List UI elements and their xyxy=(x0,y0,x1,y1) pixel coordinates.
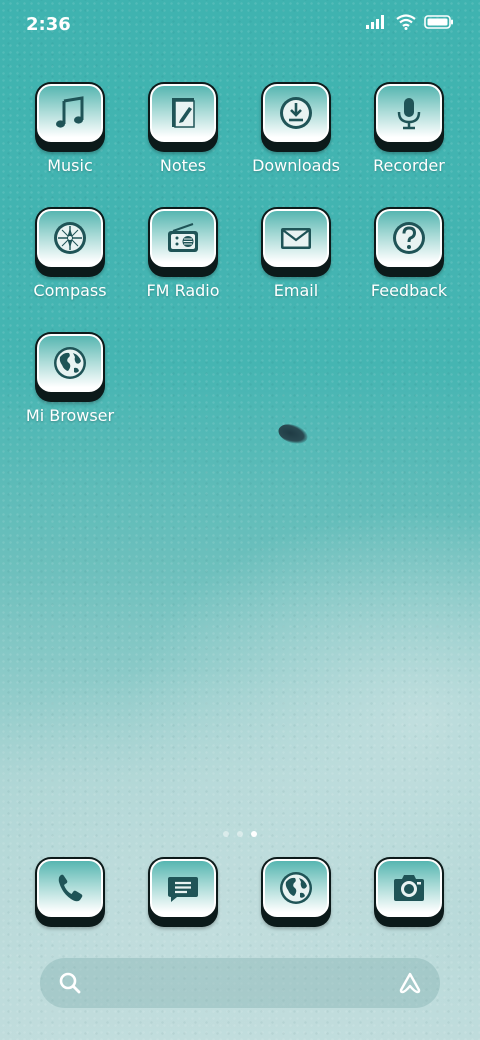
dock-camera[interactable] xyxy=(359,857,459,927)
app-tile xyxy=(35,82,105,152)
app-tile xyxy=(148,857,218,927)
phone-icon xyxy=(58,874,83,902)
page-indicator xyxy=(0,831,480,837)
radio-icon xyxy=(168,223,198,252)
question-icon xyxy=(393,222,425,254)
message-icon xyxy=(168,877,198,902)
app-email[interactable]: Email xyxy=(246,207,346,300)
app-tile xyxy=(261,207,331,277)
app-mi-browser[interactable]: Mi Browser xyxy=(20,332,120,425)
status-time: 2:36 xyxy=(26,14,71,35)
app-label: Mi Browser xyxy=(25,406,115,425)
app-tile xyxy=(148,207,218,277)
app-fm-radio[interactable]: FM Radio xyxy=(133,207,233,300)
app-label: Recorder xyxy=(373,156,445,175)
app-tile xyxy=(374,857,444,927)
music-note-icon xyxy=(56,96,84,128)
app-label: FM Radio xyxy=(146,281,220,300)
app-tile xyxy=(374,82,444,152)
app-tile xyxy=(261,857,331,927)
app-tile xyxy=(148,82,218,152)
compass-icon xyxy=(54,222,86,254)
page-dot[interactable] xyxy=(223,831,229,837)
notes-icon xyxy=(172,98,195,128)
app-label: Email xyxy=(273,281,319,300)
signal-icon xyxy=(366,15,388,29)
envelope-icon xyxy=(281,228,311,249)
page-dot[interactable] xyxy=(237,831,243,837)
battery-icon xyxy=(424,15,454,29)
assistant-icon[interactable] xyxy=(398,971,422,999)
app-tile xyxy=(35,207,105,277)
app-label: Music xyxy=(47,156,93,175)
app-label: Compass xyxy=(33,281,107,300)
dock-messages[interactable] xyxy=(133,857,233,927)
app-label: Feedback xyxy=(370,281,448,300)
wifi-icon xyxy=(396,14,416,30)
app-recorder[interactable]: Recorder xyxy=(359,82,459,175)
app-music[interactable]: Music xyxy=(20,82,120,175)
app-label: Downloads xyxy=(252,156,340,175)
app-tile xyxy=(35,332,105,402)
app-feedback[interactable]: Feedback xyxy=(359,207,459,300)
app-downloads[interactable]: Downloads xyxy=(246,82,346,175)
page-dot-active[interactable] xyxy=(251,831,257,837)
microphone-icon xyxy=(397,98,421,130)
globe-icon xyxy=(280,872,312,904)
app-label: Notes xyxy=(159,156,207,175)
dock-browser[interactable] xyxy=(246,857,346,927)
app-notes[interactable]: Notes xyxy=(133,82,233,175)
app-tile xyxy=(374,207,444,277)
dock-phone[interactable] xyxy=(20,857,120,927)
search-bar[interactable] xyxy=(40,958,440,1008)
app-tile xyxy=(261,82,331,152)
camera-icon xyxy=(394,875,424,901)
status-bar: 2:36 xyxy=(0,0,480,50)
status-icons xyxy=(366,14,454,30)
app-tile xyxy=(35,857,105,927)
app-compass[interactable]: Compass xyxy=(20,207,120,300)
download-icon xyxy=(280,97,312,129)
search-icon[interactable] xyxy=(58,971,82,999)
wallpaper-stingray xyxy=(275,420,311,448)
globe-icon xyxy=(54,347,86,379)
